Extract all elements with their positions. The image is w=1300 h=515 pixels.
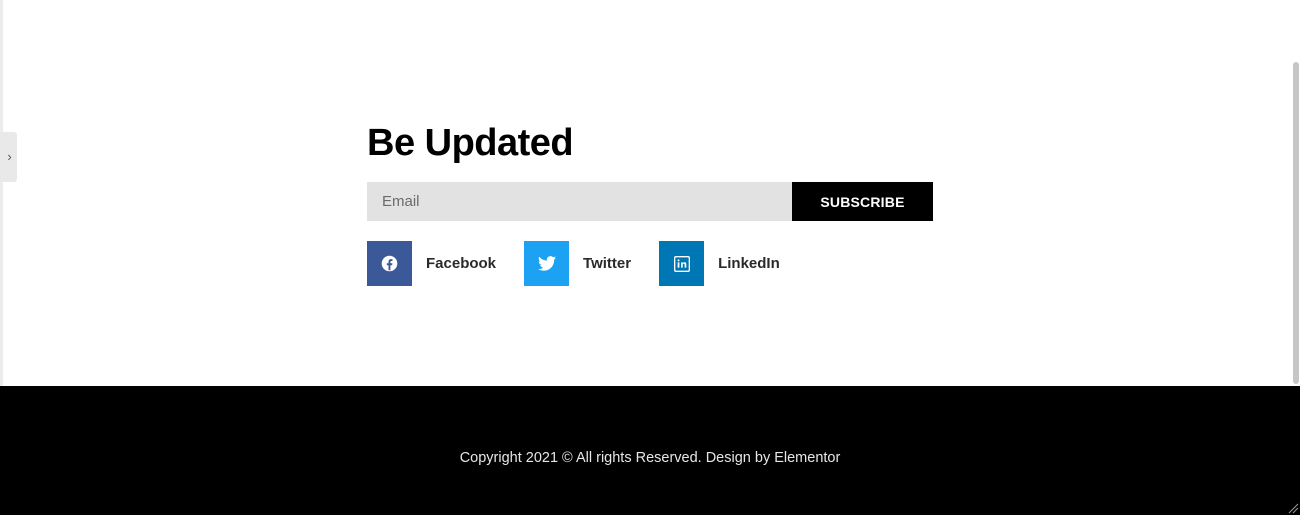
side-panel-toggle[interactable]: › xyxy=(0,132,17,182)
scrollbar-thumb[interactable] xyxy=(1293,62,1299,384)
facebook-icon xyxy=(367,241,412,286)
email-input[interactable] xyxy=(367,182,792,221)
scrollbar[interactable] xyxy=(1292,0,1300,386)
share-facebook-label: Facebook xyxy=(426,255,497,272)
twitter-icon xyxy=(524,241,570,286)
left-edge-strip xyxy=(0,0,3,386)
chevron-right-icon: › xyxy=(7,149,12,164)
newsletter-section: Be Updated SUBSCRIBE Facebook Twitter xyxy=(367,120,933,286)
resize-grip-icon[interactable] xyxy=(1287,502,1299,514)
copyright-text: Copyright 2021 © All rights Reserved. De… xyxy=(459,450,841,466)
subscribe-form: SUBSCRIBE xyxy=(367,182,933,221)
subscribe-button[interactable]: SUBSCRIBE xyxy=(792,182,933,221)
site-footer: Copyright 2021 © All rights Reserved. De… xyxy=(0,386,1300,515)
newsletter-title: Be Updated xyxy=(367,122,574,164)
share-linkedin-button[interactable]: LinkedIn xyxy=(659,241,808,286)
share-linkedin-label: LinkedIn xyxy=(718,255,780,272)
share-twitter-label: Twitter xyxy=(583,255,632,272)
share-facebook-button[interactable]: Facebook xyxy=(367,241,524,286)
share-buttons: Facebook Twitter LinkedIn xyxy=(367,241,808,286)
share-twitter-button[interactable]: Twitter xyxy=(524,241,659,286)
linkedin-icon xyxy=(659,241,705,286)
